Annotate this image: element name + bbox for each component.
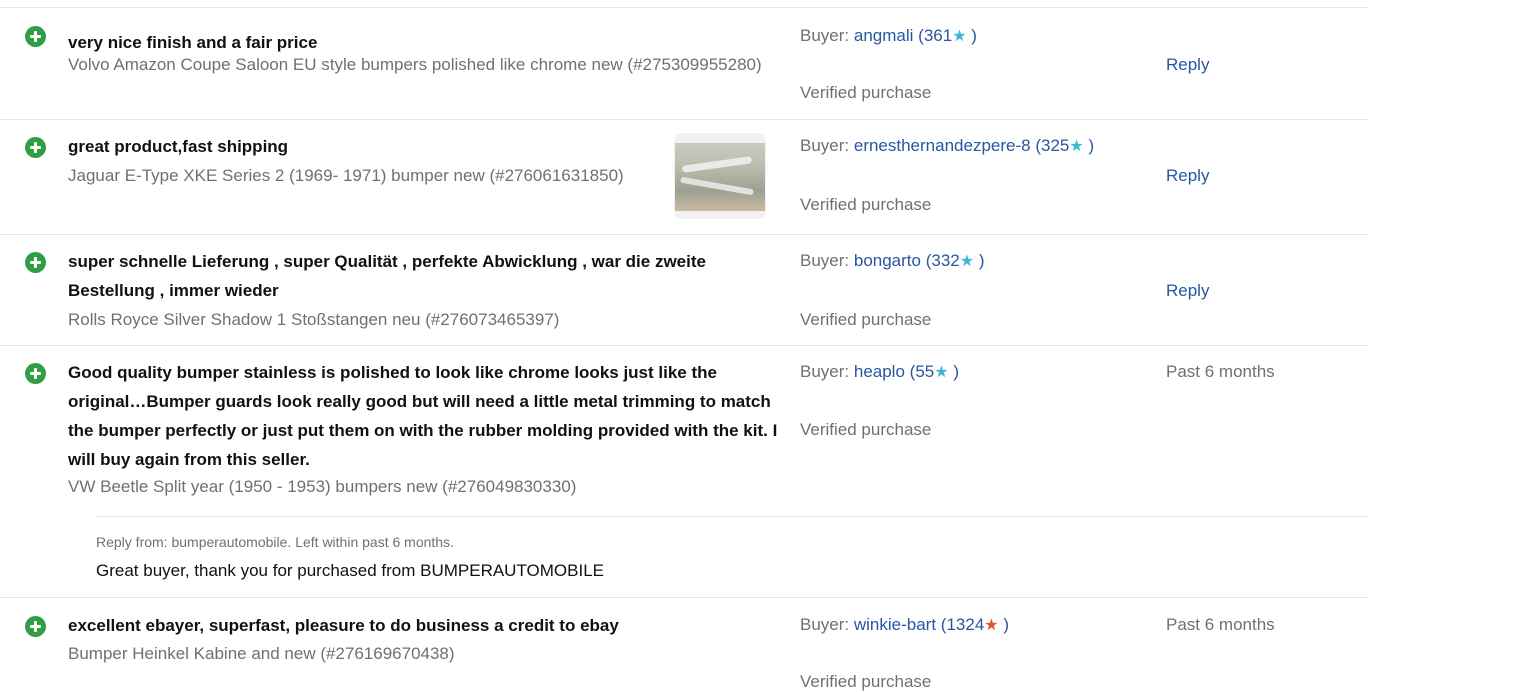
buyer-username-link[interactable]: heaplo: [854, 362, 905, 381]
positive-feedback-icon: [25, 363, 46, 384]
positive-feedback-icon: [25, 26, 46, 47]
verified-purchase: Verified purchase: [800, 310, 932, 329]
verified-purchase: Verified purchase: [800, 672, 932, 691]
buyer-label: Buyer:: [800, 251, 854, 270]
reply-link[interactable]: Reply: [1166, 55, 1209, 75]
feedback-row: very nice finish and a fair price Volvo …: [0, 7, 1369, 120]
feedback-row: super schnelle Lieferung , super Qualitä…: [0, 234, 1369, 346]
feedback-item-title: Volvo Amazon Coupe Saloon EU style bumpe…: [68, 55, 762, 74]
buyer-info: Buyer: winkie-bart (1324★ ): [800, 615, 1010, 634]
reply-link[interactable]: Reply: [1166, 281, 1209, 301]
feedback-comment: Good quality bumper stainless is polishe…: [68, 363, 778, 469]
star-icon: ★: [1069, 138, 1084, 155]
buyer-label: Buyer:: [800, 136, 854, 155]
star-icon: ★: [959, 253, 975, 270]
item-thumbnail-image[interactable]: [674, 133, 766, 219]
feedback-comment: excellent ebayer, superfast, pleasure to…: [68, 616, 619, 635]
seller-reply: [96, 516, 1369, 599]
seller-reply-meta: Reply from: bumperautomobile. Left withi…: [96, 534, 454, 550]
buyer-info: Buyer: heaplo (55★ ): [800, 362, 959, 381]
buyer-info: Buyer: bongarto (332★ ): [800, 251, 985, 270]
feedback-row: great product,fast shipping Jaguar E-Typ…: [0, 119, 1369, 235]
star-icon: ★: [984, 617, 999, 634]
feedback-item-title: Rolls Royce Silver Shadow 1 Stoßstangen …: [68, 310, 560, 329]
feedback-time: Past 6 months: [1166, 615, 1275, 634]
positive-feedback-icon: [25, 137, 46, 158]
buyer-feedback-score[interactable]: 332: [931, 251, 959, 270]
buyer-username-link[interactable]: ernesthernandezpere-8: [854, 136, 1031, 155]
feedback-item-title: Bumper Heinkel Kabine and new (#27616967…: [68, 644, 455, 663]
buyer-label: Buyer:: [800, 615, 854, 634]
buyer-feedback-score[interactable]: 1324: [946, 615, 984, 634]
reply-link[interactable]: Reply: [1166, 166, 1209, 186]
buyer-feedback-score[interactable]: 361: [924, 26, 952, 45]
star-icon: ★: [952, 28, 967, 45]
feedback-time: Past 6 months: [1166, 362, 1275, 381]
buyer-label: Buyer:: [800, 26, 854, 45]
positive-feedback-icon: [25, 616, 46, 637]
verified-purchase: Verified purchase: [800, 83, 932, 102]
feedback-comment: super schnelle Lieferung , super Qualitä…: [68, 252, 706, 300]
feedback-comment: very nice finish and a fair price: [68, 33, 318, 52]
buyer-username-link[interactable]: angmali: [854, 26, 914, 45]
seller-reply-text: Great buyer, thank you for purchased fro…: [96, 561, 604, 580]
verified-purchase: Verified purchase: [800, 420, 932, 439]
verified-purchase: Verified purchase: [800, 195, 932, 214]
feedback-row: Good quality bumper stainless is polishe…: [0, 345, 1369, 598]
star-icon: ★: [934, 364, 949, 381]
buyer-info: Buyer: ernesthernandezpere-8 (325★ ): [800, 136, 1095, 155]
buyer-label: Buyer:: [800, 362, 854, 381]
buyer-username-link[interactable]: winkie-bart: [854, 615, 936, 634]
feedback-row: excellent ebayer, superfast, pleasure to…: [0, 597, 1369, 691]
feedback-item-title: Jaguar E-Type XKE Series 2 (1969- 1971) …: [68, 166, 624, 185]
buyer-info: Buyer: angmali (361★ ): [800, 26, 977, 45]
buyer-feedback-score[interactable]: 325: [1041, 136, 1069, 155]
feedback-item-title: VW Beetle Split year (1950 - 1953) bumpe…: [68, 477, 577, 496]
buyer-feedback-score[interactable]: 55: [915, 362, 934, 381]
buyer-username-link[interactable]: bongarto: [854, 251, 921, 270]
positive-feedback-icon: [25, 252, 46, 273]
